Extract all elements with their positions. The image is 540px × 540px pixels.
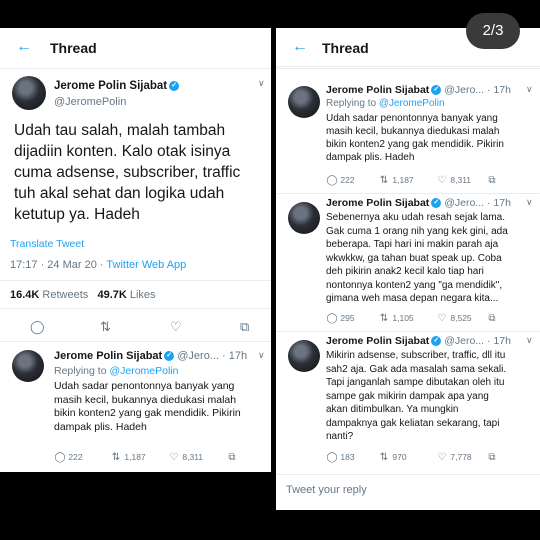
avatar[interactable] bbox=[288, 202, 320, 234]
reply-action[interactable]: ◯ 183 bbox=[326, 452, 354, 463]
share-icon[interactable]: ⧉ bbox=[486, 175, 498, 186]
chevron-down-icon[interactable]: ∨ bbox=[526, 84, 533, 95]
reply-author[interactable]: Jerome Polin Sijabat ✓ @Jero... · 17h bbox=[54, 350, 247, 362]
reply-author[interactable]: Jerome Polin Sijabat ✓ @Jero... · 17h bbox=[326, 84, 511, 96]
thread-title: Thread bbox=[322, 40, 369, 56]
tweet-timestamp: 17:17 · 24 Mar 20 · Twitter Web App bbox=[10, 259, 187, 271]
reply-actions: ◯ 222 ⇅ 1,187 ♡ 8,311 ⧉ bbox=[54, 452, 264, 466]
divider bbox=[0, 341, 271, 342]
left-screenshot: ← Thread Jerome Polin Sijabat ✓ @JeromePo… bbox=[0, 28, 271, 472]
divider bbox=[0, 280, 271, 281]
author-name[interactable]: Jerome Polin Sijabat ✓ bbox=[54, 80, 180, 92]
mention-link[interactable]: @JeromePolin bbox=[379, 98, 445, 109]
replying-to: Replying to @JeromePolin bbox=[326, 98, 445, 109]
like-action[interactable]: ♡ 8,525 bbox=[436, 313, 472, 324]
reply-action[interactable]: ◯ 222 bbox=[54, 452, 82, 463]
retweet-action[interactable]: ⇅ 1,187 bbox=[110, 452, 146, 463]
arrow-left-icon[interactable]: ← bbox=[292, 38, 308, 56]
speech-bubble-icon: ◯ bbox=[54, 452, 66, 463]
thread-title: Thread bbox=[50, 40, 97, 56]
verified-badge-icon: ✓ bbox=[169, 80, 180, 91]
like-action[interactable]: ♡ 7,778 bbox=[436, 452, 472, 463]
heart-icon: ♡ bbox=[437, 175, 447, 186]
retweet-icon: ⇅ bbox=[379, 313, 389, 324]
speech-bubble-icon[interactable]: ◯ bbox=[30, 319, 45, 335]
like-action[interactable]: ♡ 8,311 bbox=[436, 175, 472, 186]
tweet-text: Udah tau salah, malah tambah dijadiin ko… bbox=[14, 122, 241, 223]
avatar[interactable] bbox=[12, 76, 46, 110]
verified-badge-icon: ✓ bbox=[431, 198, 442, 209]
like-action[interactable]: ♡ 8,311 bbox=[168, 452, 204, 463]
share-icon[interactable]: ⧉ bbox=[240, 319, 249, 335]
divider bbox=[0, 308, 271, 309]
verified-badge-icon: ✓ bbox=[431, 336, 442, 347]
main-tweet-actions: ◯ ⇅ ♡ ⧉ bbox=[0, 319, 271, 335]
share-icon[interactable]: ⧉ bbox=[486, 313, 498, 324]
arrow-left-icon[interactable]: ← bbox=[16, 38, 32, 56]
retweets-count[interactable]: 16.4K bbox=[10, 289, 39, 301]
tweet-source-link[interactable]: Twitter Web App bbox=[106, 259, 186, 271]
mention-link[interactable]: @JeromePolin bbox=[109, 365, 178, 377]
reply-text: Udah sadar penontonnya banyak yang masih… bbox=[54, 380, 241, 433]
reply-actions: ◯ 183 ⇅ 970 ♡ 7,778 ⧉ bbox=[326, 452, 526, 466]
likes-count[interactable]: 49.7K bbox=[97, 289, 126, 301]
divider bbox=[276, 331, 540, 332]
reply-author[interactable]: Jerome Polin Sijabat ✓ @Jero... · 17h bbox=[326, 335, 511, 347]
retweet-icon[interactable]: ⇅ bbox=[100, 319, 111, 335]
speech-bubble-icon: ◯ bbox=[326, 452, 338, 463]
retweet-icon: ⇅ bbox=[379, 452, 389, 463]
reply-action[interactable]: ◯ 295 bbox=[326, 313, 354, 324]
speech-bubble-icon: ◯ bbox=[326, 175, 338, 186]
speech-bubble-icon: ◯ bbox=[326, 313, 338, 324]
heart-icon: ♡ bbox=[169, 452, 179, 463]
chevron-down-icon[interactable]: ∨ bbox=[526, 197, 533, 208]
retweet-action[interactable]: ⇅ 1,105 bbox=[378, 313, 414, 324]
reply-text: Mikirin adsense, subscriber, traffic, dl… bbox=[326, 350, 507, 442]
verified-badge-icon: ✓ bbox=[164, 351, 175, 362]
avatar[interactable] bbox=[288, 340, 320, 372]
replying-to: Replying to @JeromePolin bbox=[54, 365, 179, 377]
avatar[interactable] bbox=[288, 86, 320, 118]
share-icon[interactable]: ⧉ bbox=[486, 452, 498, 463]
reply-text: Udah sadar penontonnya banyak yang masih… bbox=[326, 113, 504, 163]
divider bbox=[276, 474, 540, 475]
heart-icon: ♡ bbox=[437, 313, 447, 324]
right-screenshot: ← Thread Jerome Polin Sijabat ✓ @Jero... … bbox=[276, 28, 540, 510]
retweets-label[interactable]: Retweets bbox=[42, 289, 88, 301]
reply-actions: ◯ 295 ⇅ 1,105 ♡ 8,525 ⧉ bbox=[326, 313, 526, 327]
heart-icon: ♡ bbox=[437, 452, 447, 463]
verified-badge-icon: ✓ bbox=[431, 85, 442, 96]
page-indicator: 2/3 bbox=[466, 13, 520, 49]
retweet-icon: ⇅ bbox=[379, 175, 389, 186]
thread-header: ← Thread bbox=[0, 28, 271, 69]
reply-action[interactable]: ◯ 222 bbox=[326, 175, 354, 186]
translate-tweet-link[interactable]: Translate Tweet bbox=[10, 238, 84, 250]
chevron-down-icon[interactable]: ∨ bbox=[258, 350, 265, 361]
author-handle[interactable]: @JeromePolin bbox=[54, 96, 126, 108]
retweet-action[interactable]: ⇅ 970 bbox=[378, 452, 407, 463]
reply-text: Sebenernya aku udah resah sejak lama. Ga… bbox=[326, 212, 508, 304]
reply-input[interactable]: Tweet your reply bbox=[286, 484, 367, 496]
likes-label[interactable]: Likes bbox=[130, 289, 156, 301]
reply-actions: ◯ 222 ⇅ 1,187 ♡ 8,311 ⧉ bbox=[326, 175, 526, 189]
heart-icon[interactable]: ♡ bbox=[170, 319, 182, 335]
chevron-down-icon[interactable]: ∨ bbox=[258, 78, 265, 89]
divider bbox=[276, 68, 540, 69]
divider bbox=[276, 193, 540, 194]
avatar[interactable] bbox=[12, 350, 44, 382]
tweet-stats: 16.4K Retweets 49.7K Likes bbox=[10, 289, 156, 301]
chevron-down-icon[interactable]: ∨ bbox=[526, 335, 533, 346]
reply-author[interactable]: Jerome Polin Sijabat ✓ @Jero... · 17h bbox=[326, 197, 511, 209]
retweet-icon: ⇅ bbox=[111, 452, 121, 463]
share-icon[interactable]: ⧉ bbox=[226, 452, 238, 463]
retweet-action[interactable]: ⇅ 1,187 bbox=[378, 175, 414, 186]
